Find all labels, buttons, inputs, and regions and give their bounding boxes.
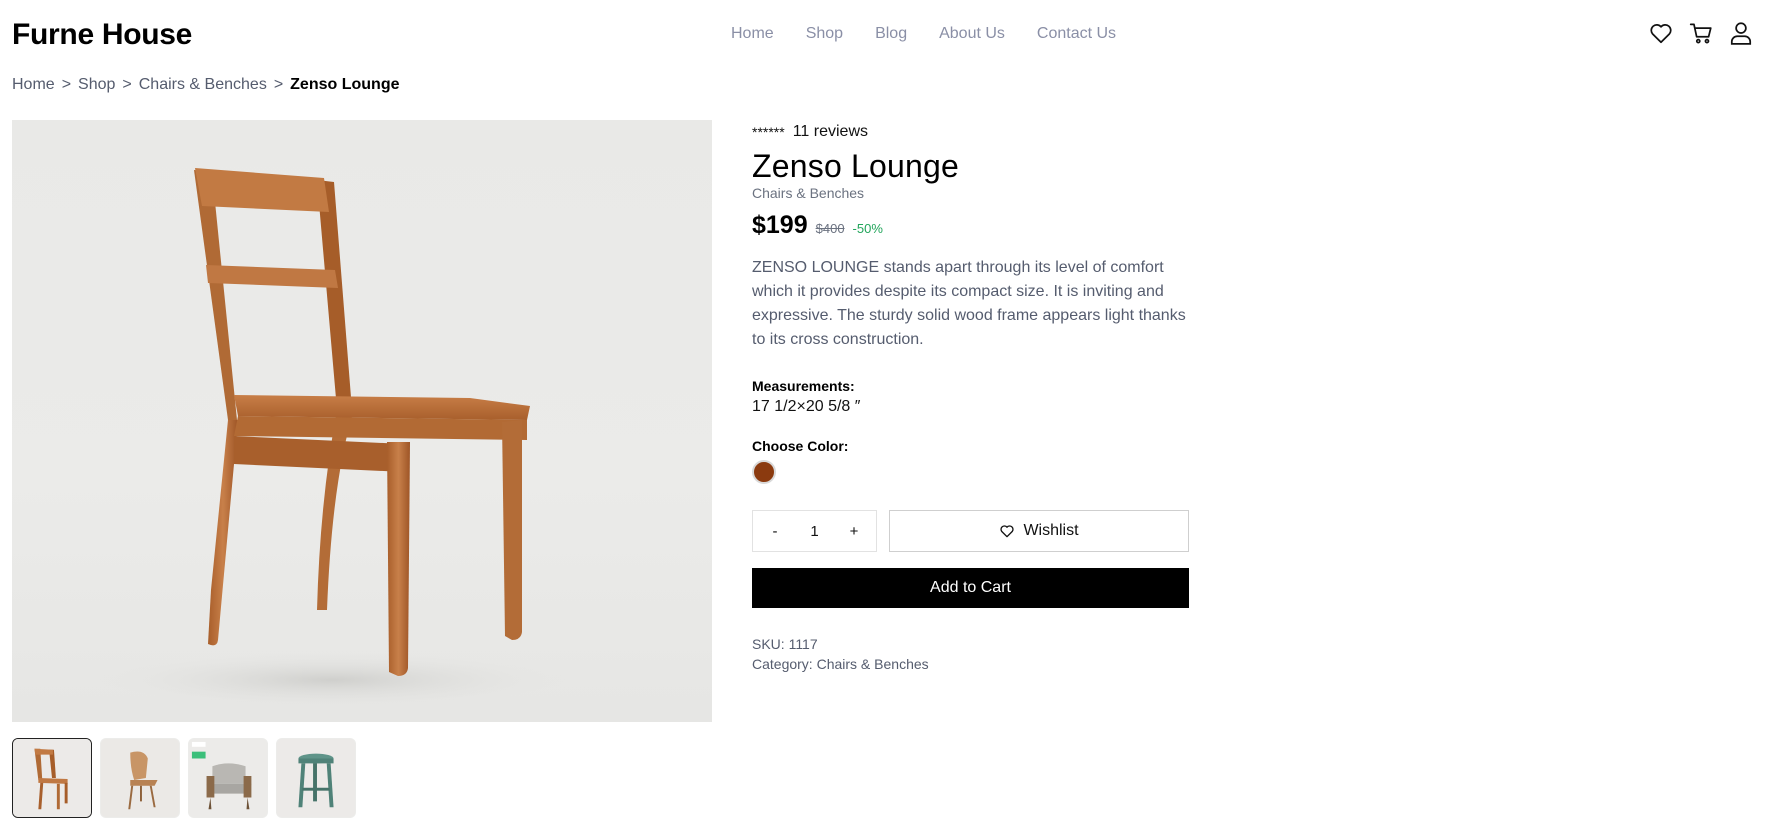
breadcrumb-home[interactable]: Home [12,76,55,94]
measurements-label: Measurements: [752,378,855,394]
heart-icon [1000,525,1015,538]
nav-contact-us[interactable]: Contact Us [1037,25,1116,43]
choose-color-label: Choose Color: [752,438,849,454]
product-main-image[interactable] [12,120,712,722]
quantity-value[interactable]: 1 [800,523,830,540]
nav-blog[interactable]: Blog [875,25,907,43]
breadcrumb-separator: > [273,76,284,93]
quantity-stepper: - 1 + [752,510,877,552]
reviews-count[interactable]: 11 reviews [793,123,868,141]
color-swatch-brown[interactable] [752,460,776,484]
old-price: $400 [815,221,845,236]
nav-home[interactable]: Home [731,25,774,43]
measurements-value: 17 1/2×20 5/8 ″ [752,398,861,415]
product-description: ZENSO LOUNGE stands apart through its le… [752,259,1186,348]
price-row: $199 $400 -50% [752,211,1189,240]
heart-icon[interactable] [1648,20,1674,46]
product-info: ****** 11 reviews Zenso Lounge Chairs & … [752,122,1189,674]
user-icon[interactable] [1728,20,1754,46]
nav-about-us[interactable]: About Us [939,25,1005,43]
product-title: Zenso Lounge [752,148,960,184]
product-subcategory: Chairs & Benches [752,185,865,201]
breadcrumb-separator: > [122,76,132,93]
nav-shop[interactable]: Shop [806,25,843,43]
cart-icon[interactable] [1688,20,1714,46]
chair-illustration [82,168,582,710]
thumbnail-bent-chair[interactable] [100,738,180,818]
breadcrumb: Home > Shop > Chairs & Benches > Zenso L… [12,76,399,94]
rating-row: ****** 11 reviews [752,122,1189,142]
category-text: Category: Chairs & Benches [752,656,929,672]
breadcrumb-category[interactable]: Chairs & Benches [139,76,267,94]
quantity-decrease-button[interactable]: - [767,523,783,540]
quantity-increase-button[interactable]: + [846,523,862,540]
purchase-actions: - 1 + Wishlist [752,510,1189,552]
breadcrumb-separator: > [61,76,72,93]
wishlist-button[interactable]: Wishlist [889,510,1189,552]
main-nav: Home Shop Blog About Us Contact Us [731,25,1116,43]
breadcrumb-shop[interactable]: Shop [78,76,115,94]
thumbnail-strip [12,738,356,818]
current-price: $199 [752,211,808,239]
rating-stars: ****** [752,124,785,140]
thumbnail-armchair[interactable] [188,738,268,818]
thumbnail-wood-chair[interactable] [12,738,92,818]
site-logo[interactable]: Furne House [12,18,192,52]
header-actions [1648,20,1754,46]
thumbnail-stool[interactable] [276,738,356,818]
add-to-cart-button[interactable]: Add to Cart [752,568,1189,608]
wishlist-label: Wishlist [1023,522,1079,539]
product-meta: SKU: 1117 Category: Chairs & Benches [752,634,1189,674]
discount-badge: -50% [852,221,883,236]
breadcrumb-current: Zenso Lounge [290,76,400,93]
sku-text: SKU: 1117 [752,636,818,652]
